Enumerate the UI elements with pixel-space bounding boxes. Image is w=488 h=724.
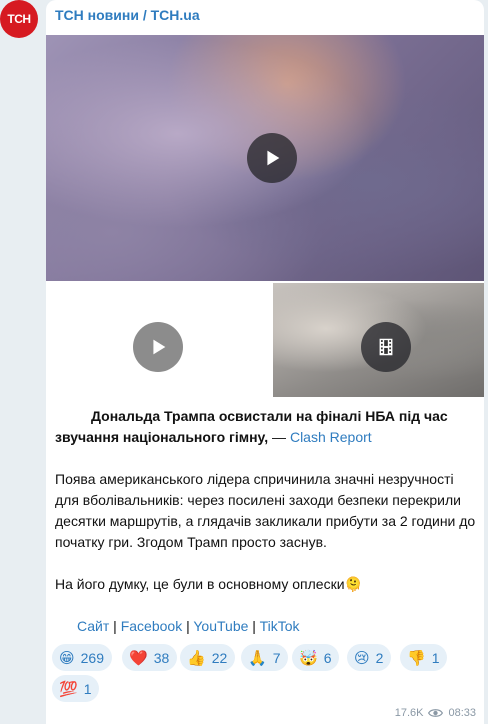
reaction-emoji: 🙏 (248, 649, 267, 667)
channel-avatar[interactable]: ТСН (0, 0, 38, 38)
reaction-emoji: 💯 (59, 680, 78, 698)
reaction-count: 1 (83, 680, 92, 697)
reaction-count: 269 (80, 649, 104, 666)
reaction-heart[interactable]: ❤️ 38 (122, 644, 178, 671)
video-thumbnail-secondary[interactable] (46, 283, 272, 397)
post-time: 08:33 (448, 707, 476, 719)
social-links: Сайт | Facebook | YouTube | TikTok (77, 616, 484, 637)
video-thumbnail-main[interactable] (46, 35, 484, 281)
reaction-emoji: 👎 (407, 649, 426, 667)
reaction-count: 38 (153, 649, 170, 666)
reaction-count: 22 (211, 649, 228, 666)
reaction-count: 1 (431, 649, 440, 666)
reaction-thumbs-up[interactable]: 👍 22 (180, 644, 236, 671)
message-bubble: ТСН новини / TCH.ua Дональда Трампа осви… (46, 0, 484, 724)
message-footer: 17.6K 08:33 (395, 707, 476, 719)
separator: | (248, 618, 260, 634)
reaction-emoji: 😁 (59, 649, 75, 667)
post-paragraph-1: Поява американського лідера спричинила з… (55, 471, 476, 550)
reaction-emoji: 👍 (187, 649, 206, 667)
separator: | (109, 618, 121, 634)
reaction-hundred[interactable]: 💯 1 (52, 675, 100, 702)
reaction-cry[interactable]: 😢 2 (347, 644, 392, 671)
reaction-thumbs-down[interactable]: 👎 1 (400, 644, 448, 671)
headline-text: Дональда Трампа освистали на фіналі НБА … (55, 408, 448, 445)
channel-name[interactable]: ТСН новини / TCH.ua (55, 7, 200, 23)
reaction-mind-blown[interactable]: 🤯 6 (292, 644, 340, 671)
play-button[interactable] (247, 133, 297, 183)
reaction-emoji: ❤️ (129, 649, 148, 667)
video-thumbnail-third[interactable] (273, 283, 484, 397)
view-count: 17.6K (394, 707, 424, 719)
link-tiktok[interactable]: TikTok (260, 618, 300, 634)
link-youtube[interactable]: YouTube (193, 618, 248, 634)
link-facebook[interactable]: Facebook (121, 618, 182, 634)
post-paragraph-2: На його думку, це були в основному оплес… (55, 576, 362, 592)
video-icon (379, 338, 393, 356)
play-button[interactable] (133, 322, 183, 372)
headline-dash: — (268, 429, 290, 445)
play-icon (267, 150, 280, 166)
reaction-emoji: 😢 (354, 649, 370, 667)
reaction-count: 6 (323, 649, 332, 666)
separator: | (182, 618, 194, 634)
reaction-pray[interactable]: 🙏 7 (241, 644, 289, 671)
eye-icon (428, 709, 444, 717)
video-button[interactable] (361, 322, 411, 372)
reaction-grin[interactable]: 😁 269 (52, 644, 112, 671)
reaction-count: 2 (375, 649, 384, 666)
source-link[interactable]: Clash Report (290, 429, 372, 445)
reaction-count: 7 (272, 649, 281, 666)
post-headline: Дональда Трампа освистали на фіналі НБА … (55, 406, 479, 448)
link-site[interactable]: Сайт (77, 618, 109, 634)
play-icon (153, 339, 166, 355)
reaction-emoji: 🤯 (299, 649, 318, 667)
